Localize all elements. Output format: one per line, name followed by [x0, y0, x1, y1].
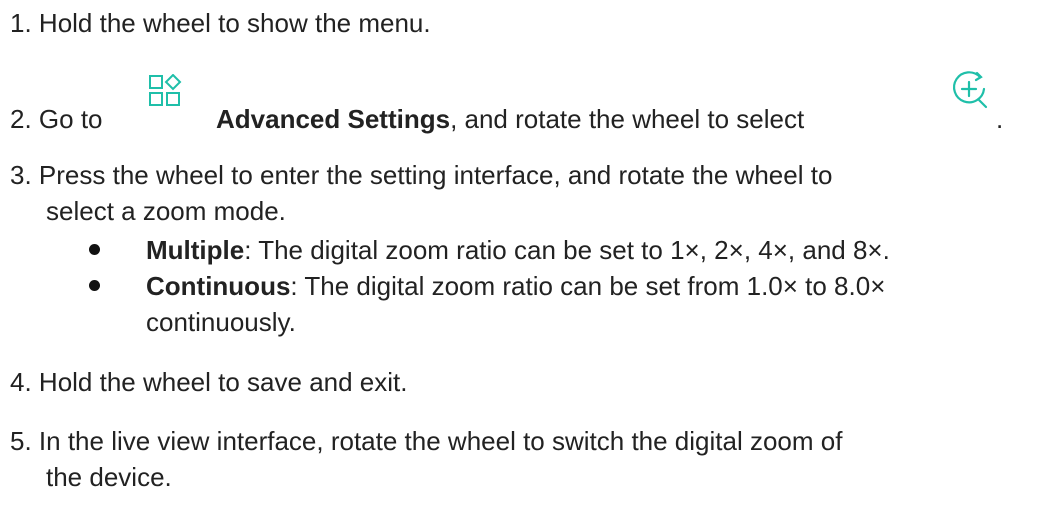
step-text-end: . [996, 104, 1004, 134]
bullet-dot [89, 244, 100, 255]
step-number: 3. [10, 160, 32, 190]
step-text: Hold the wheel to show the menu. [38, 8, 431, 38]
step-number: 5. [10, 426, 32, 456]
step-text: select a zoom mode. [46, 196, 286, 226]
bullet-continuous: Continuous: The digital zoom ratio can b… [146, 269, 885, 303]
step-text-pre: Go to [38, 104, 103, 134]
step-3: 3. Press the wheel to enter the setting … [10, 158, 832, 192]
step-4: 4. Hold the wheel to save and exit. [10, 365, 407, 399]
step-number: 1. [10, 8, 32, 38]
step-text: Press the wheel to enter the setting int… [38, 160, 833, 190]
step-number: 4. [10, 367, 32, 397]
step-text: In the live view interface, rotate the w… [38, 426, 843, 456]
zoom-icon [953, 71, 988, 109]
bullet-dot [89, 280, 100, 291]
bullet-text: : The digital zoom ratio can be set from… [290, 271, 886, 301]
step-2-end: . [996, 102, 1003, 136]
step-5: 5. In the live view interface, rotate th… [10, 424, 842, 458]
step-2-continued: Advanced Settings, and rotate the wheel … [216, 102, 804, 136]
bullet-term: Continuous [146, 271, 291, 301]
bullet-text: : The digital zoom ratio can be set to 1… [244, 235, 890, 265]
step-number: 2. [10, 104, 32, 134]
step-5-line-2: the device. [46, 460, 172, 494]
step-text: Hold the wheel to save and exit. [38, 367, 408, 397]
instruction-page: 1. Hold the wheel to show the menu. 2. G… [0, 0, 1055, 510]
step-1: 1. Hold the wheel to show the menu. [10, 6, 431, 40]
step-2: 2. Go to [10, 102, 103, 136]
bullet-text: continuously. [146, 307, 296, 337]
bullet-continuous-line-2: continuously. [146, 305, 296, 339]
step-text-post: , and rotate the wheel to select [450, 104, 805, 134]
bullet-term: Multiple [146, 235, 245, 265]
advanced-settings-icon [149, 74, 182, 106]
advanced-settings-label: Advanced Settings [216, 104, 451, 134]
step-text: the device. [46, 462, 172, 492]
bullet-multiple: Multiple: The digital zoom ratio can be … [146, 233, 890, 267]
step-3-line-2: select a zoom mode. [46, 194, 286, 228]
